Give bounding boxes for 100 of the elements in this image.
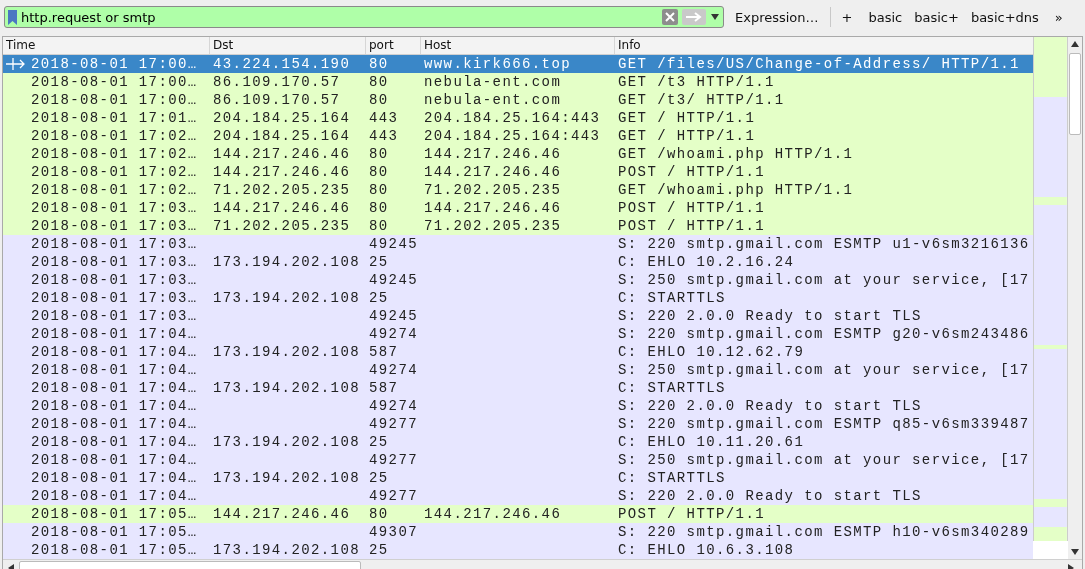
scroll-up-icon[interactable] (1071, 41, 1079, 47)
packet-row[interactable]: 2018-08-01 17:03… 49245 S: 220 2.0.0 Ready to start TLS (3, 307, 1034, 325)
packet-row[interactable]: 2018-08-01 17:02… 144.217.246.46 80 144.217.246.46 POST / HTTP/1.1 (3, 163, 1034, 181)
vertical-scrollbar[interactable] (1068, 37, 1082, 559)
table-cell: POST / HTTP/1.1 (618, 164, 766, 180)
packet-row[interactable]: 2018-08-01 17:03… 173.194.202.108 25 C: EHLO 10.2.16.24 (3, 253, 1034, 271)
packet-row[interactable]: 2018-08-01 17:04… 49274 S: 250 smtp.gmail.com at your service, [17 (3, 361, 1034, 379)
column-header[interactable]: Host (421, 37, 615, 54)
table-cell: 80 (369, 182, 389, 198)
packet-row[interactable]: 2018-08-01 17:05… 173.194.202.108 25 C: EHLO 10.6.3.108 (3, 541, 1034, 559)
table-cell: 25 (369, 470, 389, 486)
scroll-left-icon[interactable] (8, 563, 14, 569)
table-cell: 144.217.246.46 (213, 506, 351, 522)
table-cell: 80 (369, 146, 389, 162)
scroll-right-icon[interactable] (1068, 563, 1074, 569)
filter-button[interactable]: basic+ (909, 7, 964, 27)
table-cell: C: EHLO 10.2.16.24 (618, 254, 795, 270)
table-cell: nebula-ent.com (424, 92, 562, 108)
table-cell: C: STARTTLS (618, 380, 726, 396)
table-cell: 71.202.205.235 (213, 218, 351, 234)
table-cell: 204.184.25.164:443 (424, 110, 601, 126)
selected-packet-row[interactable]: 2018-08-01 17:00… 43.224.154.190 80 www.kirk666.top GET /files/US/Change-of-Address/ HTTP/1.1 (3, 55, 1034, 73)
packet-row[interactable]: 2018-08-01 17:04… 173.194.202.108 587 C: STARTTLS (3, 379, 1034, 397)
packet-row[interactable]: 2018-08-01 17:02… 71.202.205.235 80 71.202.205.235 GET /whoami.php HTTP/1.1 (3, 181, 1034, 199)
packet-row[interactable]: 2018-08-01 17:03… 71.202.205.235 80 71.202.205.235 POST / HTTP/1.1 (3, 217, 1034, 235)
scroll-thumb[interactable] (1069, 53, 1081, 135)
table-cell: 173.194.202.108 (213, 434, 361, 450)
table-cell: 173.194.202.108 (213, 254, 361, 270)
table-cell: nebula-ent.com (424, 74, 562, 90)
table-cell: GET / HTTP/1.1 (618, 110, 756, 126)
table-cell: 2018-08-01 17:00… (31, 56, 198, 72)
packet-row[interactable]: 2018-08-01 17:04… 49274 S: 220 2.0.0 Ready to start TLS (3, 397, 1034, 415)
table-cell: 2018-08-01 17:03… (31, 218, 198, 234)
filter-input[interactable]: http.request or smtp (21, 9, 658, 25)
table-cell: 144.217.246.46 (424, 506, 562, 522)
filter-field[interactable]: http.request or smtp (4, 6, 724, 28)
expression-button[interactable]: Expression… (730, 7, 824, 27)
column-header[interactable]: port (366, 37, 421, 54)
table-cell: 144.217.246.46 (213, 164, 351, 180)
more-button[interactable]: » (1049, 7, 1068, 27)
table-cell: 204.184.25.164:443 (424, 128, 601, 144)
table-cell: POST / HTTP/1.1 (618, 200, 766, 216)
column-header[interactable]: Dst (210, 37, 366, 54)
table-cell: 587 (369, 380, 399, 396)
table-cell: C: EHLO 10.11.20.61 (618, 434, 805, 450)
table-cell: GET /files/US/Change-of-Address/ HTTP/1.1 (618, 56, 1020, 72)
filter-button[interactable]: basic (863, 7, 908, 27)
packet-row[interactable]: 2018-08-01 17:05… 49307 S: 220 smtp.gmail.com ESMTP h10-v6sm340289 (3, 523, 1034, 541)
packet-row[interactable]: 2018-08-01 17:05… 144.217.246.46 80 144.217.246.46 POST / HTTP/1.1 (3, 505, 1034, 523)
packet-row[interactable]: 2018-08-01 17:03… 173.194.202.108 25 C: STARTTLS (3, 289, 1034, 307)
table-cell: 80 (369, 218, 389, 234)
table-cell: POST / HTTP/1.1 (618, 506, 766, 522)
table-cell: 144.217.246.46 (213, 146, 351, 162)
packet-row[interactable]: 2018-08-01 17:01… 204.184.25.164 443 204.184.25.164:443 GET / HTTP/1.1 (3, 109, 1034, 127)
table-cell: 2018-08-01 17:04… (31, 488, 198, 504)
clear-icon[interactable] (662, 9, 678, 25)
table-cell: 2018-08-01 17:03… (31, 236, 198, 252)
arrow-icon (6, 58, 26, 70)
table-cell: 49277 (369, 452, 418, 468)
table-cell: 2018-08-01 17:02… (31, 164, 198, 180)
table-cell: 25 (369, 290, 389, 306)
packet-row[interactable]: 2018-08-01 17:04… 49277 S: 250 smtp.gmail.com at your service, [17 (3, 451, 1034, 469)
filter-button[interactable]: basic+dns (965, 7, 1044, 27)
table-cell: S: 220 2.0.0 Ready to start TLS (618, 398, 922, 414)
dropdown-caret-icon[interactable] (710, 14, 720, 20)
table-cell: 2018-08-01 17:04… (31, 326, 198, 342)
packet-row[interactable]: 2018-08-01 17:04… 49277 S: 220 smtp.gmail.com ESMTP q85-v6sm339487 (3, 415, 1034, 433)
table-cell: 2018-08-01 17:00… (31, 74, 198, 90)
table-cell: GET /t3 HTTP/1.1 (618, 74, 775, 90)
table-cell: GET /whoami.php HTTP/1.1 (618, 146, 854, 162)
packet-row[interactable]: 2018-08-01 17:04… 173.194.202.108 25 C: STARTTLS (3, 469, 1034, 487)
table-cell: 2018-08-01 17:03… (31, 254, 198, 270)
packet-row[interactable]: 2018-08-01 17:02… 204.184.25.164 443 204.184.25.164:443 GET / HTTP/1.1 (3, 127, 1034, 145)
packet-row[interactable]: 2018-08-01 17:04… 49277 S: 220 2.0.0 Ready to start TLS (3, 487, 1034, 505)
table-cell: S: 220 smtp.gmail.com ESMTP q85-v6sm339487 (618, 416, 1030, 432)
table-cell: 2018-08-01 17:04… (31, 416, 198, 432)
table-cell: 144.217.246.46 (424, 200, 562, 216)
table-cell: GET /whoami.php HTTP/1.1 (618, 182, 854, 198)
bookmark-icon[interactable] (8, 9, 17, 25)
packet-row[interactable]: 2018-08-01 17:04… 173.194.202.108 25 C: EHLO 10.11.20.61 (3, 433, 1034, 451)
add-button[interactable]: + (836, 7, 858, 27)
table-cell: 80 (369, 92, 389, 108)
table-cell: 86.109.170.57 (213, 92, 341, 108)
packet-row[interactable]: 2018-08-01 17:00… 86.109.170.57 80 nebula-ent.com GET /t3/ HTTP/1.1 (3, 91, 1034, 109)
table-cell: 49245 (369, 308, 418, 324)
packet-row[interactable]: 2018-08-01 17:04… 173.194.202.108 587 C: EHLO 10.12.62.79 (3, 343, 1034, 361)
packet-row[interactable]: 2018-08-01 17:02… 144.217.246.46 80 144.217.246.46 GET /whoami.php HTTP/1.1 (3, 145, 1034, 163)
packet-row[interactable]: 2018-08-01 17:03… 49245 S: 250 smtp.gmail.com at your service, [17 (3, 271, 1034, 289)
table-cell: 86.109.170.57 (213, 74, 341, 90)
packet-row[interactable]: 2018-08-01 17:03… 49245 S: 220 smtp.gmail.com ESMTP u1-v6sm3216136 (3, 235, 1034, 253)
table-cell: S: 220 smtp.gmail.com ESMTP u1-v6sm3216136 (618, 236, 1030, 252)
table-cell: 2018-08-01 17:04… (31, 434, 198, 450)
table-cell: S: 220 2.0.0 Ready to start TLS (618, 308, 922, 324)
column-header[interactable]: Time (3, 37, 210, 54)
packet-row[interactable]: 2018-08-01 17:03… 144.217.246.46 80 144.217.246.46 POST / HTTP/1.1 (3, 199, 1034, 217)
packet-row[interactable]: 2018-08-01 17:00… 86.109.170.57 80 nebula-ent.com GET /t3 HTTP/1.1 (3, 73, 1034, 91)
scroll-down-icon[interactable] (1071, 549, 1079, 555)
packet-row[interactable]: 2018-08-01 17:04… 49274 S: 220 smtp.gmail.com ESMTP g20-v6sm243486 (3, 325, 1034, 343)
table-cell: C: EHLO 10.6.3.108 (618, 542, 795, 558)
table-cell: 2018-08-01 17:00… (31, 92, 198, 108)
